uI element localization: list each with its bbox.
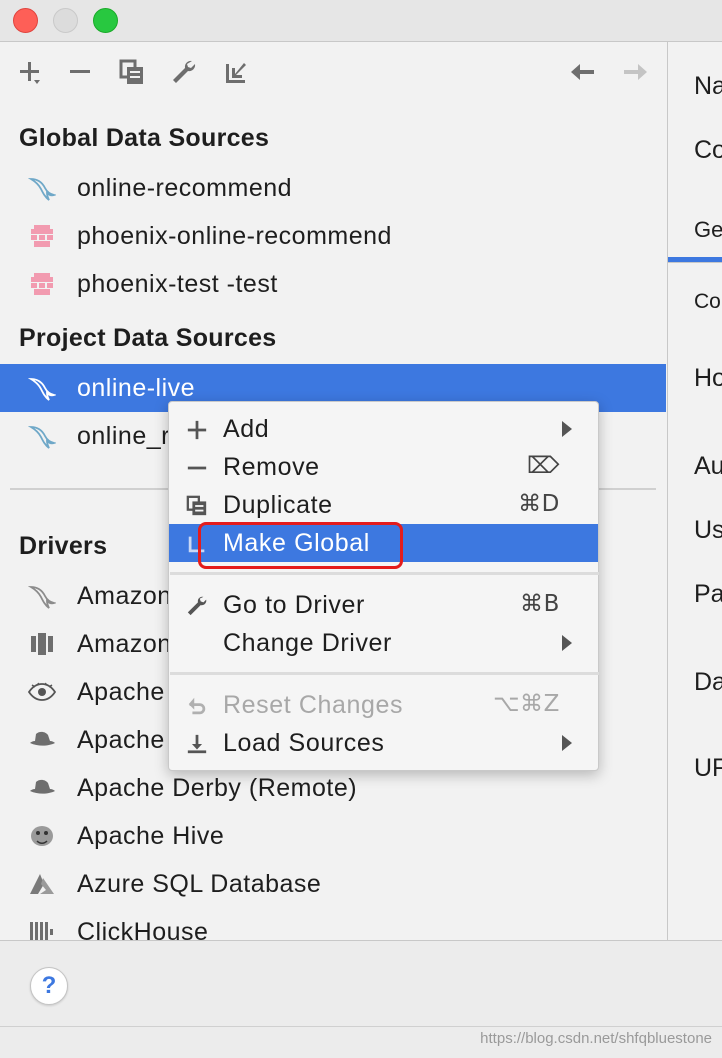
menu-item-shortcut: ⌥⌘Z — [492, 691, 560, 717]
host-field-label: Ho — [694, 364, 722, 392]
project-sources-title: Project Data Sources — [19, 324, 277, 352]
password-field-label: Pa — [694, 580, 722, 608]
global-source-item[interactable]: phoenix-online-recommend — [0, 212, 666, 260]
url-field-label: UF — [694, 754, 722, 782]
drivers-title: Drivers — [19, 532, 108, 560]
duplicate-icon — [183, 492, 211, 520]
wrench-icon — [183, 592, 211, 620]
redshift-icon — [28, 630, 56, 658]
make-global-icon[interactable] — [220, 56, 252, 88]
comment-field-label: Co — [694, 136, 722, 164]
menu-item-label: Change Driver — [223, 629, 392, 657]
driver-label: Amazon — [77, 582, 172, 610]
driver-label: Apache Derby (Remote) — [77, 774, 358, 802]
submenu-arrow-icon — [562, 735, 572, 751]
data-source-properties-panel: Na Co Ge Co Ho Au Us Pa Da UF — [667, 42, 722, 940]
context-menu: Add Remove ⌦ Duplicate ⌘D Make Global Go… — [168, 401, 599, 771]
minus-icon — [183, 454, 211, 482]
authentication-field-label: Au — [694, 452, 722, 480]
maximize-window-button[interactable] — [93, 8, 118, 33]
hat-icon — [28, 774, 56, 802]
global-source-label: online-recommend — [77, 174, 293, 202]
driver-label: Apache — [77, 726, 165, 754]
tab-general[interactable]: Ge — [694, 217, 722, 243]
undo-icon — [183, 692, 211, 720]
menu-item-reset-changes[interactable]: Reset Changes ⌥⌘Z — [169, 686, 598, 724]
wrench-icon[interactable] — [168, 56, 200, 88]
global-source-label: phoenix-online-recommend — [77, 222, 392, 250]
menu-item-load-sources[interactable]: Load Sources — [169, 724, 598, 762]
back-arrow-icon[interactable] — [566, 56, 598, 88]
menu-separator — [170, 672, 599, 675]
phoenix-icon — [28, 222, 56, 250]
dialog-footer: ? https://blog.csdn.net/shfqbluestone — [0, 940, 722, 1058]
hat-icon — [28, 726, 56, 754]
driver-item[interactable]: Apache Hive — [0, 812, 666, 860]
driver-label: Apache — [77, 678, 165, 706]
remove-icon[interactable] — [64, 56, 96, 88]
mysql-icon — [28, 582, 56, 610]
menu-item-shortcut: ⌦ — [526, 453, 560, 479]
menu-item-label: Load Sources — [223, 729, 385, 757]
menu-item-shortcut: ⌘D — [518, 491, 560, 517]
driver-label: Amazon — [77, 630, 172, 658]
mysql-icon — [28, 374, 56, 402]
help-button[interactable]: ? — [30, 967, 68, 1005]
annotation-highlight-box — [198, 522, 403, 569]
name-field-label: Na — [694, 72, 722, 100]
mysql-icon — [28, 422, 56, 450]
driver-label: ClickHouse — [77, 918, 209, 940]
forward-arrow-icon[interactable] — [620, 56, 652, 88]
mysql-icon — [28, 174, 56, 202]
tab-divider — [668, 262, 722, 263]
watermark-text: https://blog.csdn.net/shfqbluestone — [480, 1030, 712, 1047]
driver-item[interactable]: Apache Derby (Remote) — [0, 764, 666, 812]
menu-item-label: Go to Driver — [223, 591, 365, 619]
user-field-label: Us — [694, 516, 722, 544]
connection-type-label: Co — [694, 290, 721, 313]
menu-separator — [170, 572, 599, 575]
plus-icon — [183, 416, 211, 444]
global-source-label: phoenix-test -test — [77, 270, 278, 298]
menu-item-go-to-driver[interactable]: Go to Driver ⌘B — [169, 586, 598, 624]
download-icon — [183, 730, 211, 758]
submenu-arrow-icon — [562, 421, 572, 437]
minimize-window-button[interactable] — [53, 8, 78, 33]
submenu-arrow-icon — [562, 635, 572, 651]
global-sources-title: Global Data Sources — [19, 124, 270, 152]
hive-icon — [28, 822, 56, 850]
menu-item-label: Duplicate — [223, 491, 333, 519]
driver-label: Azure SQL Database — [77, 870, 322, 898]
driver-label: Apache Hive — [77, 822, 225, 850]
project-source-label: online-live — [77, 374, 196, 402]
project-source-label: online_r — [77, 422, 170, 450]
data-sources-toolbar — [0, 42, 666, 102]
azure-icon — [28, 870, 56, 898]
menu-item-label: Reset Changes — [223, 691, 404, 719]
menu-item-change-driver[interactable]: Change Driver — [169, 624, 598, 662]
close-window-button[interactable] — [13, 8, 38, 33]
duplicate-icon[interactable] — [116, 56, 148, 88]
driver-item[interactable]: ClickHouse — [0, 908, 666, 940]
global-source-item[interactable]: online-recommend — [0, 164, 666, 212]
menu-item-label: Add — [223, 415, 270, 443]
menu-item-duplicate[interactable]: Duplicate ⌘D — [169, 486, 598, 524]
menu-item-label: Remove — [223, 453, 320, 481]
phoenix-icon — [28, 270, 56, 298]
title-bar — [0, 0, 722, 42]
menu-item-shortcut: ⌘B — [520, 591, 560, 617]
menu-item-add[interactable]: Add — [169, 410, 598, 448]
driver-item[interactable]: Azure SQL Database — [0, 860, 666, 908]
eye-icon — [28, 678, 56, 706]
menu-item-remove[interactable]: Remove ⌦ — [169, 448, 598, 486]
global-source-item[interactable]: phoenix-test -test — [0, 260, 666, 308]
clickhouse-icon — [28, 918, 56, 940]
database-field-label: Da — [694, 668, 722, 696]
add-icon[interactable] — [14, 56, 46, 88]
